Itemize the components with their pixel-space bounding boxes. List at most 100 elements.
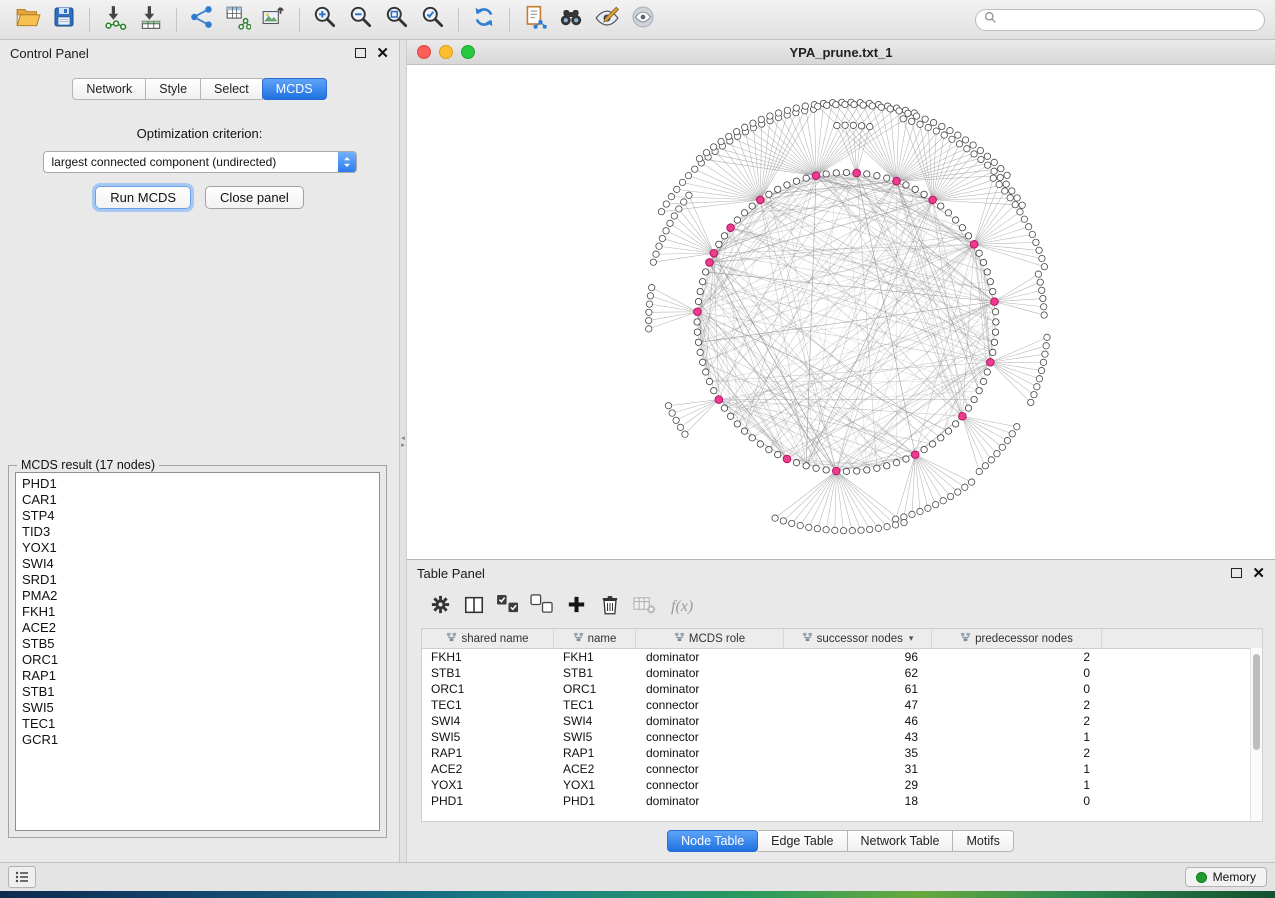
export-document-button[interactable] — [517, 4, 553, 36]
mcds-result-item[interactable]: GCR1 — [16, 732, 379, 748]
table-panel-title: Table Panel — [417, 566, 485, 581]
table-row[interactable]: TEC1TEC1connector472 — [422, 697, 1262, 713]
tab-network[interactable]: Network — [72, 78, 146, 100]
column-header-shared-name[interactable]: shared name — [422, 629, 554, 648]
sort-dropdown-icon[interactable]: ▾ — [909, 633, 914, 644]
import-table-button[interactable] — [133, 4, 169, 36]
table-row[interactable]: SWI4SWI4dominator462 — [422, 713, 1262, 729]
network-window-titlebar[interactable]: YPA_prune.txt_1 — [407, 40, 1275, 65]
mcds-result-item[interactable]: PMA2 — [16, 588, 379, 604]
close-panel-icon[interactable]: ✕ — [376, 46, 389, 61]
mcds-result-item[interactable]: RAP1 — [16, 668, 379, 684]
mcds-result-item[interactable]: STB1 — [16, 684, 379, 700]
function-builder-button[interactable]: f(x) — [671, 598, 693, 616]
table-cell: 31 — [784, 762, 932, 776]
add-row-button[interactable] — [559, 592, 593, 622]
table-row[interactable]: YOX1YOX1connector291 — [422, 777, 1262, 793]
select-all-button[interactable] — [491, 592, 525, 622]
window-zoom-icon[interactable] — [461, 45, 475, 59]
table-row[interactable]: SWI5SWI5connector431 — [422, 729, 1262, 745]
zoom-fit-button[interactable] — [379, 4, 415, 36]
table-row[interactable]: RAP1RAP1dominator352 — [422, 745, 1262, 761]
settings-gear-button[interactable] — [423, 592, 457, 622]
network-from-table-button[interactable] — [220, 4, 256, 36]
mcds-result-item[interactable]: SWI5 — [16, 700, 379, 716]
panel-splitter[interactable]: ◂▸ — [400, 40, 407, 862]
search-input[interactable] — [1003, 12, 1256, 28]
run-mcds-button[interactable]: Run MCDS — [95, 186, 191, 209]
column-header-predecessor-nodes[interactable]: predecessor nodes — [932, 629, 1102, 648]
splitter-collapse-icons[interactable]: ◂▸ — [399, 435, 407, 449]
table-cell: connector — [636, 698, 784, 712]
zoom-selected-button[interactable] — [415, 4, 451, 36]
save-button[interactable] — [46, 4, 82, 36]
close-table-panel-icon[interactable]: ✕ — [1252, 566, 1265, 581]
mcds-result-item[interactable]: ACE2 — [16, 620, 379, 636]
mcds-result-item[interactable]: SRD1 — [16, 572, 379, 588]
table-cell: 96 — [784, 650, 932, 664]
mcds-result-item[interactable]: TEC1 — [16, 716, 379, 732]
mcds-result-item[interactable]: SWI4 — [16, 556, 379, 572]
search-box[interactable] — [975, 9, 1265, 31]
zoom-out-button[interactable] — [343, 4, 379, 36]
delete-table-button[interactable] — [627, 592, 661, 622]
annotations-button[interactable] — [589, 4, 625, 36]
float-panel-icon[interactable] — [355, 48, 366, 58]
memory-button[interactable]: Memory — [1185, 867, 1267, 887]
table-cell: FKH1 — [422, 650, 554, 664]
mcds-result-list[interactable]: PHD1CAR1STP4TID3YOX1SWI4SRD1PMA2FKH1ACE2… — [15, 472, 380, 831]
float-table-panel-icon[interactable] — [1231, 568, 1242, 578]
table-cell: 1 — [932, 778, 1102, 792]
column-header-successor-nodes[interactable]: successor nodes▾ — [784, 629, 932, 648]
close-panel-button[interactable]: Close panel — [205, 186, 304, 209]
mcds-result-item[interactable]: FKH1 — [16, 604, 379, 620]
zoom-in-button[interactable] — [307, 4, 343, 36]
tab-node-table[interactable]: Node Table — [667, 830, 758, 852]
window-close-icon[interactable] — [417, 45, 431, 59]
mcds-result-item[interactable]: STB5 — [16, 636, 379, 652]
import-network-button[interactable] — [97, 4, 133, 36]
mcds-result-item[interactable]: ORC1 — [16, 652, 379, 668]
tab-style[interactable]: Style — [146, 78, 201, 100]
visibility-button[interactable] — [625, 4, 661, 36]
split-panel-button[interactable] — [457, 592, 491, 622]
table-row[interactable]: STB1STB1dominator620 — [422, 665, 1262, 681]
tab-edge-table[interactable]: Edge Table — [758, 830, 847, 852]
clear-selection-button[interactable] — [525, 592, 559, 622]
export-image-button[interactable] — [256, 4, 292, 36]
table-row[interactable]: ORC1ORC1dominator610 — [422, 681, 1262, 697]
task-history-button[interactable] — [8, 866, 36, 888]
refresh-button[interactable] — [466, 4, 502, 36]
table-row[interactable]: ACE2ACE2connector311 — [422, 761, 1262, 777]
open-file-button[interactable] — [10, 4, 46, 36]
network-canvas[interactable] — [407, 65, 1275, 559]
mcds-result-item[interactable]: STP4 — [16, 508, 379, 524]
tab-network-table[interactable]: Network Table — [848, 830, 954, 852]
mcds-result-item[interactable]: PHD1 — [16, 476, 379, 492]
tab-motifs[interactable]: Motifs — [953, 830, 1013, 852]
mcds-result-item[interactable]: TID3 — [16, 524, 379, 540]
optimization-criterion-select[interactable]: largest connected component (undirected) — [43, 151, 357, 173]
export-image-icon — [261, 4, 287, 35]
table-cell: ORC1 — [422, 682, 554, 696]
delete-row-button[interactable] — [593, 592, 627, 622]
table-row[interactable]: PHD1PHD1dominator180 — [422, 793, 1262, 809]
mcds-result-item[interactable]: CAR1 — [16, 492, 379, 508]
mcds-result-item[interactable]: YOX1 — [16, 540, 379, 556]
tab-select[interactable]: Select — [201, 78, 263, 100]
table-cell: YOX1 — [554, 778, 636, 792]
select-value: largest connected component (undirected) — [44, 155, 338, 169]
window-minimize-icon[interactable] — [439, 45, 453, 59]
table-cell: dominator — [636, 794, 784, 808]
column-header-mcds-role[interactable]: MCDS role — [636, 629, 784, 648]
table-cell: connector — [636, 762, 784, 776]
binoculars-button[interactable] — [553, 4, 589, 36]
table-selector-tabs: Node Table Edge Table Network Table Moti… — [407, 830, 1275, 852]
table-vertical-scrollbar[interactable] — [1250, 648, 1262, 821]
column-header-name[interactable]: name — [554, 629, 636, 648]
table-cell: FKH1 — [554, 650, 636, 664]
tab-mcds[interactable]: MCDS — [262, 78, 327, 100]
table-row[interactable]: FKH1FKH1dominator962 — [422, 649, 1262, 665]
share-network-button[interactable] — [184, 4, 220, 36]
scrollbar-thumb[interactable] — [1253, 654, 1260, 750]
